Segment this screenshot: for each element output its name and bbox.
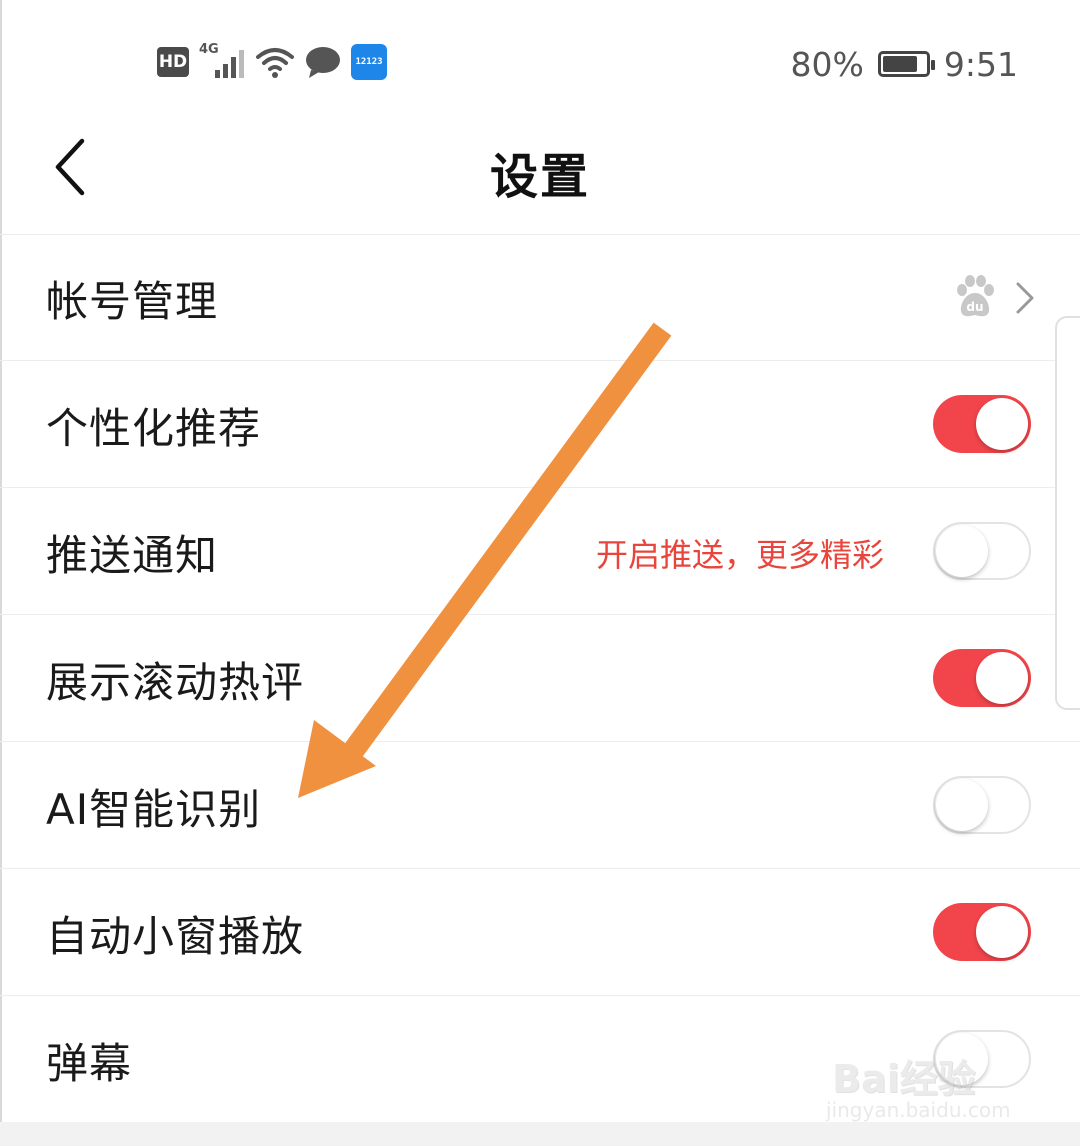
- setting-row-auto-mini-window: 自动小窗播放: [0, 869, 1080, 996]
- watermark-url: jingyan.baidu.com: [826, 1098, 1011, 1122]
- signal-bars-icon: [215, 50, 244, 78]
- svg-text:du: du: [966, 300, 983, 314]
- side-drawer-handle[interactable]: [1055, 316, 1080, 710]
- setting-label: 个性化推荐: [46, 404, 262, 453]
- app-12123-icon: 12123: [351, 44, 387, 80]
- watermark-logo: Bai经验: [832, 1057, 976, 1101]
- page-header: 设置: [0, 115, 1080, 235]
- toggle-switch[interactable]: [933, 903, 1031, 961]
- toggle-knob: [936, 525, 988, 577]
- setting-label: 自动小窗播放: [46, 912, 305, 961]
- message-bubble-icon: [306, 47, 340, 78]
- setting-label: 展示滚动热评: [46, 658, 305, 707]
- toggle-knob: [976, 398, 1028, 450]
- cellular-signal-icon: 4G: [199, 42, 245, 80]
- setting-label: 帐号管理: [46, 277, 219, 326]
- wifi-icon: [256, 48, 294, 78]
- clock: 9:51: [943, 44, 1018, 84]
- setting-label: 推送通知: [46, 531, 219, 580]
- status-right: 80% 9:51: [791, 42, 1018, 86]
- status-bar: HD 4G 12123 80% 9:51: [0, 0, 1080, 120]
- toggle-knob: [976, 652, 1028, 704]
- battery-icon: [877, 51, 935, 77]
- battery-tip: [930, 60, 935, 70]
- toggle-switch[interactable]: [933, 649, 1031, 707]
- hd-icon: HD: [157, 47, 189, 77]
- toggle-switch[interactable]: [933, 776, 1031, 834]
- chevron-right-icon: [1016, 282, 1034, 314]
- push-hint-text: 开启推送，更多精彩: [595, 536, 884, 574]
- baidu-jingyan-watermark: Bai经验 jingyan.baidu.com: [826, 1028, 1026, 1128]
- setting-row-scroll-hot-comments: 展示滚动热评: [0, 615, 1080, 742]
- setting-row-push-notification: 推送通知 开启推送，更多精彩: [0, 488, 1080, 615]
- settings-list: 帐号管理 du 个性化推荐 推送通知 开启推送，更多精彩 展示滚动热评 AI智能…: [0, 234, 1080, 1123]
- battery-fill: [882, 56, 917, 72]
- toggle-switch[interactable]: [933, 522, 1031, 580]
- toggle-switch[interactable]: [933, 395, 1031, 453]
- baidu-paw-icon: du: [957, 275, 994, 317]
- setting-label: 弹幕: [46, 1039, 133, 1088]
- setting-label: AI智能识别: [46, 785, 262, 834]
- status-icons: HD 4G 12123: [157, 42, 387, 80]
- setting-row-ai-recognition: AI智能识别: [0, 742, 1080, 869]
- battery-percent: 80%: [790, 44, 864, 84]
- toggle-knob: [976, 906, 1028, 958]
- setting-row-personalized-recommend: 个性化推荐: [0, 361, 1080, 488]
- page-title: 设置: [489, 149, 590, 205]
- toggle-knob: [936, 779, 988, 831]
- setting-row-account[interactable]: 帐号管理 du: [0, 234, 1080, 361]
